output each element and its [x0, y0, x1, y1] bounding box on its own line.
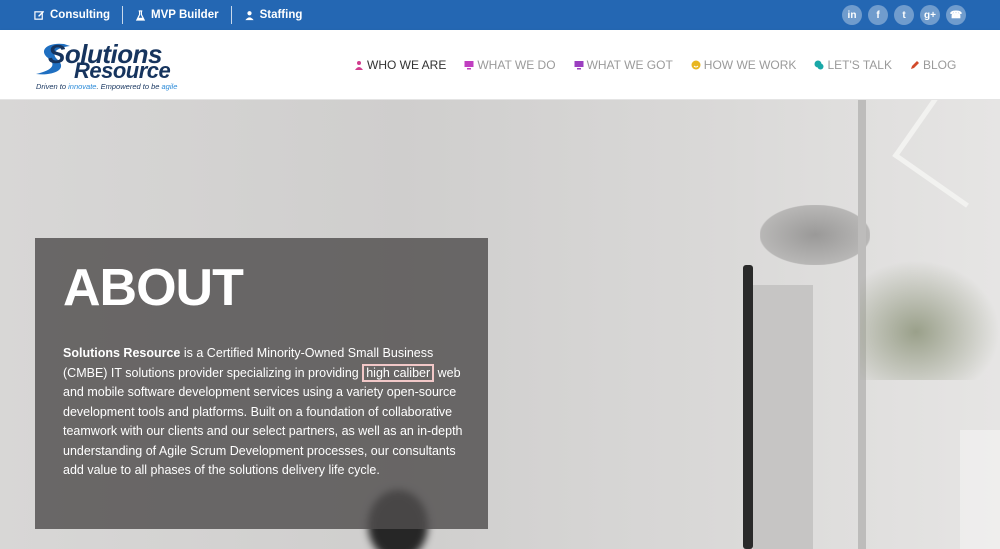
site-header: Solutions Resource Driven to innovate. E…	[0, 30, 1000, 100]
background-monitor	[743, 265, 753, 549]
highlighted-phrase: high caliber	[362, 363, 435, 382]
logo[interactable]: Solutions Resource Driven to innovate. E…	[34, 38, 184, 93]
staffing-link[interactable]: Staffing	[230, 6, 315, 24]
background-lamp	[760, 205, 870, 265]
pencil-icon	[910, 61, 919, 69]
person-icon	[355, 61, 363, 70]
top-bar: Consulting MVP Builder Staffing in f t g…	[0, 0, 1000, 30]
hero-section: ABOUT Solutions Resource is a Certified …	[0, 100, 1000, 549]
about-text-part2: web and mobile software development serv…	[63, 365, 463, 478]
monitor-icon	[574, 61, 584, 70]
nav-what-we-got-label: WHAT WE GOT	[586, 58, 673, 72]
nav-what-we-do-label: WHAT WE DO	[477, 58, 556, 72]
monitor-icon	[464, 61, 474, 70]
logo-word-resource: Resource	[74, 58, 171, 83]
nav-lets-talk[interactable]: LET'S TALK	[814, 58, 892, 72]
linkedin-icon[interactable]: in	[842, 5, 862, 25]
person-icon	[244, 10, 254, 20]
staffing-label: Staffing	[259, 9, 303, 21]
nav-blog-label: BLOG	[922, 58, 957, 72]
phone-icon[interactable]: ☎	[946, 5, 966, 25]
mvp-builder-link[interactable]: MVP Builder	[122, 6, 231, 24]
nav-lets-talk-label: LET'S TALK	[827, 58, 892, 72]
nav-how-we-work-label: HOW WE WORK	[703, 58, 797, 72]
twitter-icon[interactable]: t	[894, 5, 914, 25]
background-glass	[960, 430, 1000, 549]
smile-icon	[691, 60, 701, 70]
logo-tagline: Driven to innovate. Empowered to be agil…	[36, 82, 178, 91]
facebook-icon[interactable]: f	[868, 5, 888, 25]
google-plus-icon[interactable]: g+	[920, 5, 940, 25]
nav-what-we-do[interactable]: WHAT WE DO	[464, 58, 556, 72]
flask-icon	[135, 9, 146, 21]
main-nav: WHO WE ARE WHAT WE DO WHAT WE GOT HOW WE…	[354, 58, 956, 72]
about-text: Solutions Resource is a Certified Minori…	[63, 344, 463, 481]
about-company: Solutions Resource	[63, 346, 181, 360]
edit-icon	[34, 10, 45, 20]
about-title: ABOUT	[63, 259, 244, 317]
nav-what-we-got[interactable]: WHAT WE GOT	[574, 58, 673, 72]
background-plant	[860, 260, 1000, 380]
consulting-label: Consulting	[50, 9, 111, 21]
background-lamp-arm	[892, 100, 1000, 208]
mvp-builder-label: MVP Builder	[151, 9, 219, 21]
chat-icon	[814, 60, 824, 70]
about-panel: ABOUT Solutions Resource is a Certified …	[35, 238, 488, 529]
nav-blog[interactable]: BLOG	[910, 58, 956, 72]
nav-who-we-are-label: WHO WE ARE	[367, 58, 447, 72]
social-links: in f t g+ ☎	[842, 5, 966, 25]
background-monitor-back	[753, 285, 813, 549]
nav-who-we-are[interactable]: WHO WE ARE	[354, 58, 446, 72]
consulting-link[interactable]: Consulting	[34, 6, 122, 24]
nav-how-we-work[interactable]: HOW WE WORK	[691, 58, 797, 72]
